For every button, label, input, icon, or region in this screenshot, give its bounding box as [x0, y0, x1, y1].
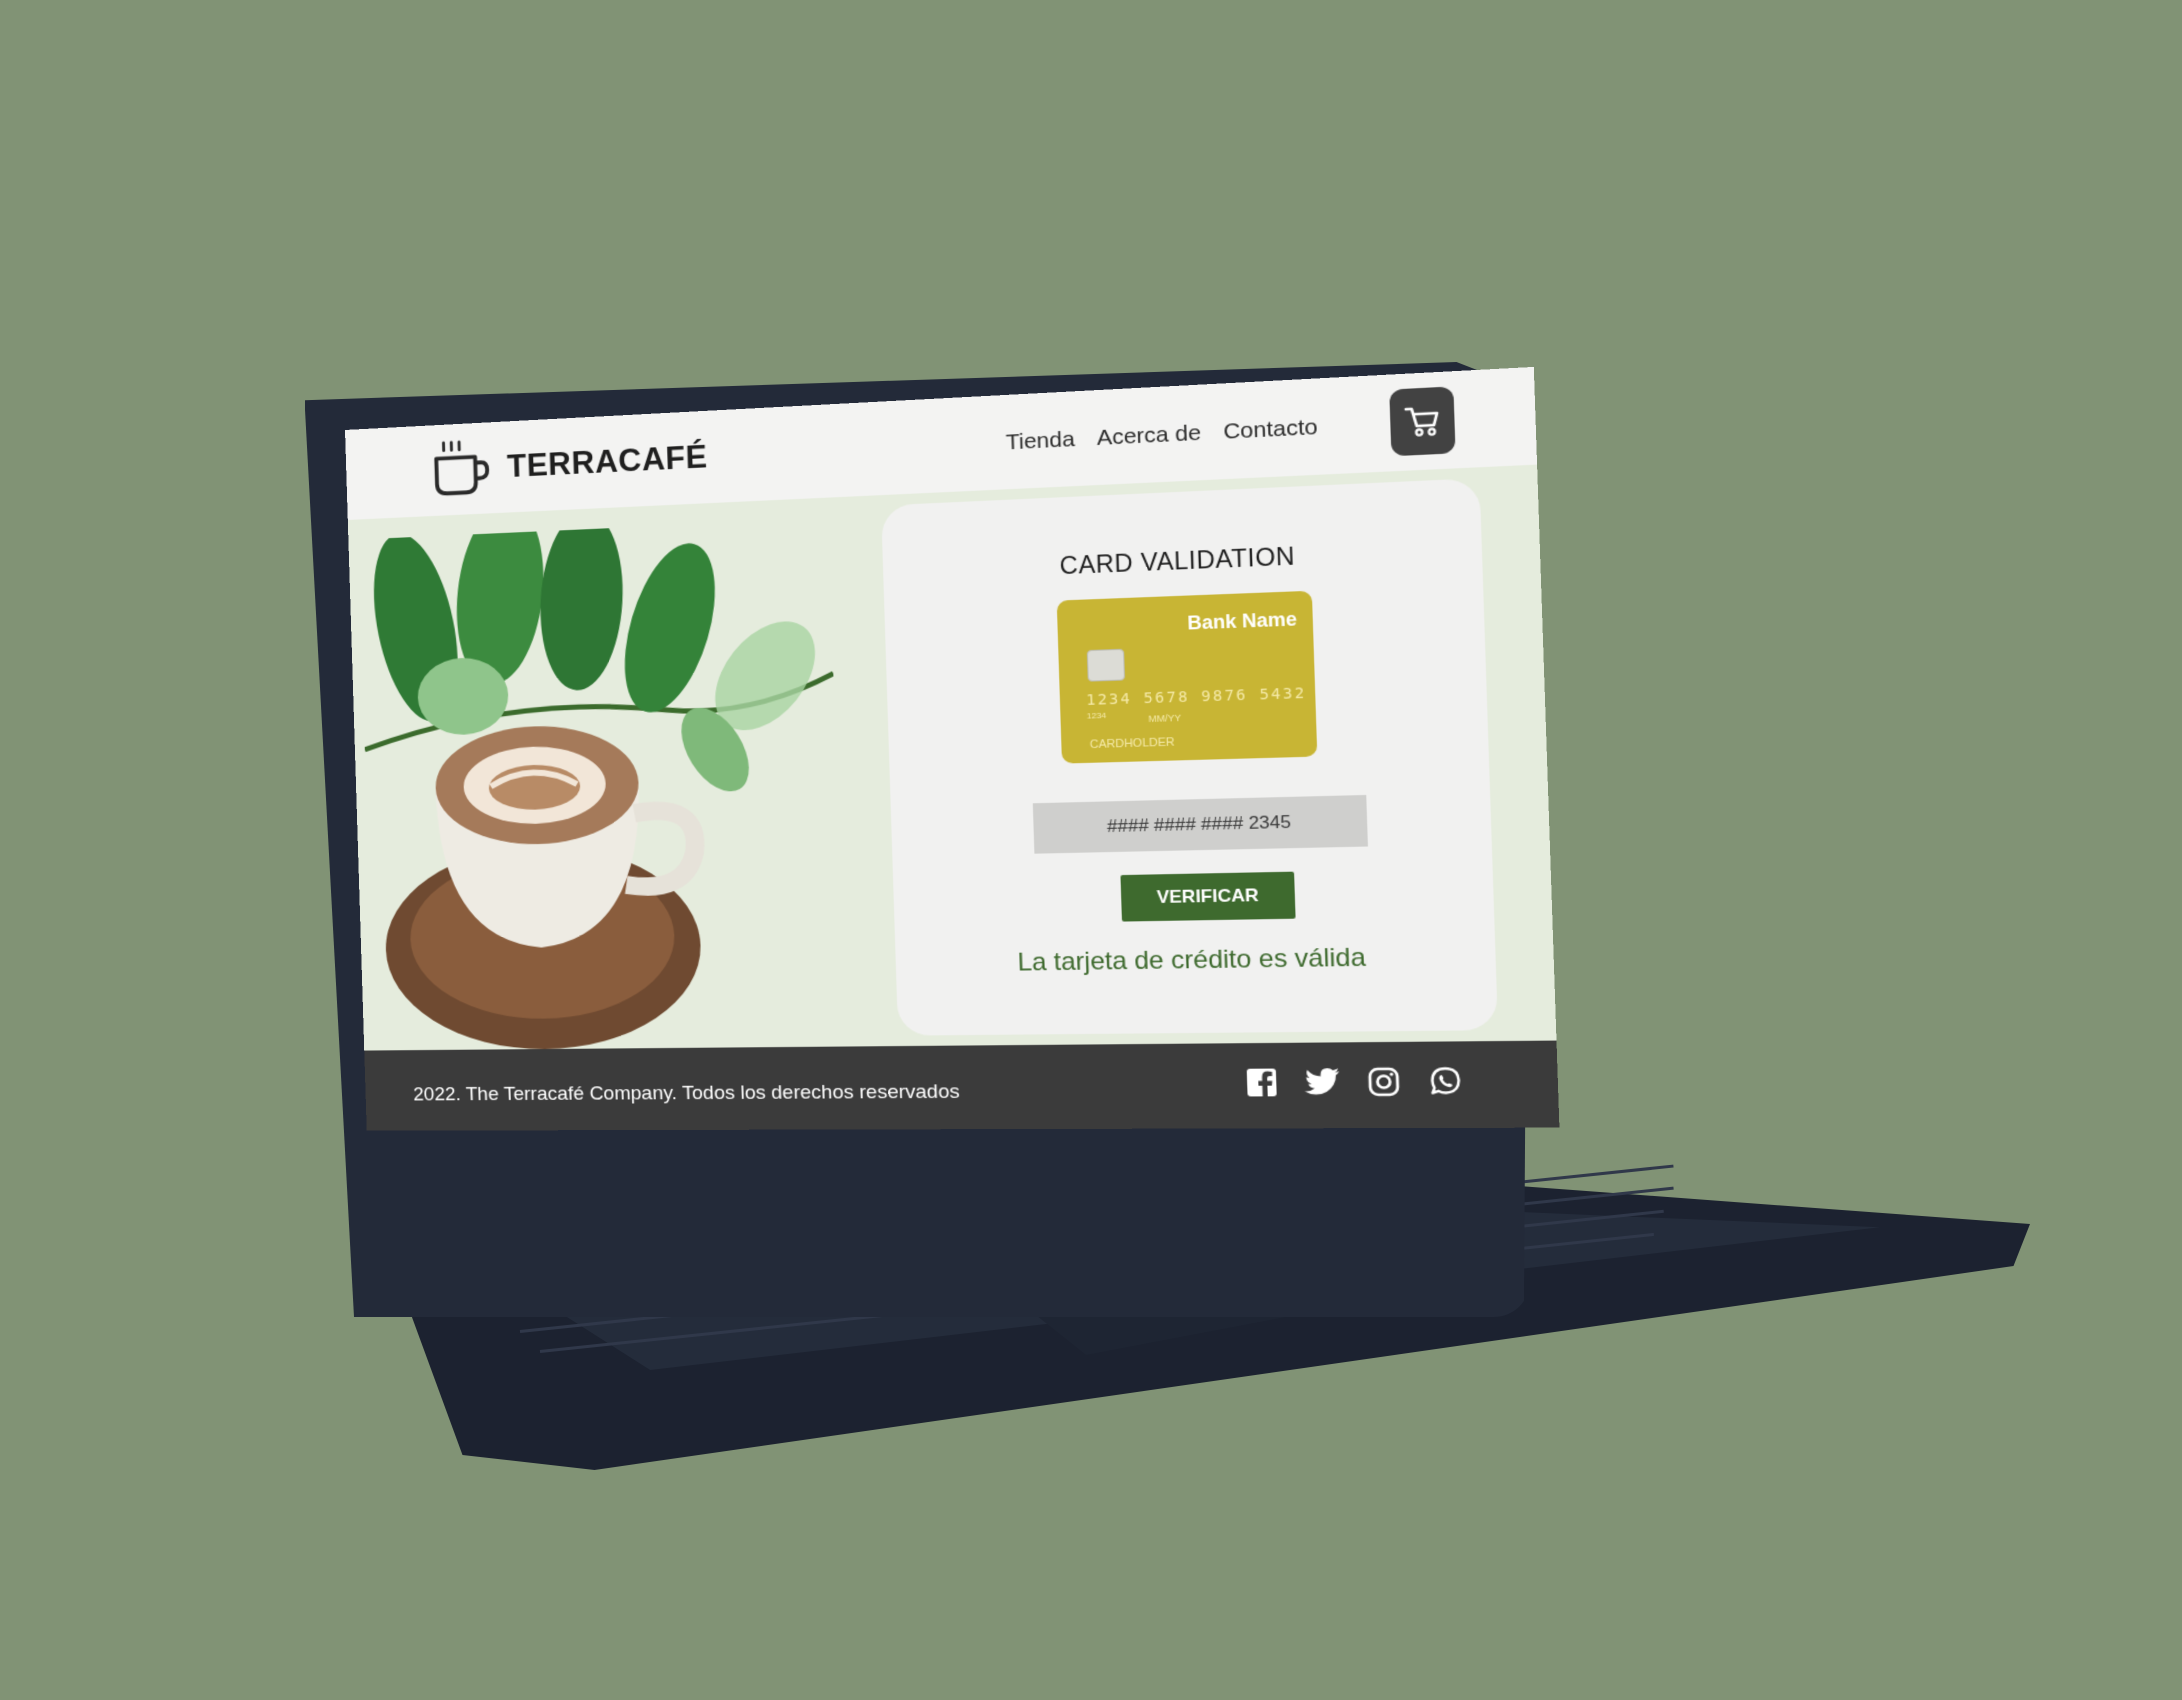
copyright-text: 2022. The Terracafé Company. Todos los d… — [412, 1081, 961, 1106]
card-validation-panel: CARD VALIDATION Bank Name 1234 5678 9876… — [881, 478, 1499, 1036]
card-chip-icon — [1086, 648, 1126, 682]
brand-name: TERRACAFÉ — [506, 438, 709, 485]
social-links — [1242, 1063, 1466, 1101]
card-small-number: 1234 — [1086, 710, 1107, 721]
nav-link-acerca-de[interactable]: Acerca de — [1096, 421, 1201, 452]
instagram-icon — [1366, 1066, 1401, 1098]
validation-result: La tarjeta de crédito es válida — [1017, 943, 1367, 977]
card-number-input[interactable] — [1032, 794, 1368, 854]
card-expiry: MM/YY — [1148, 712, 1182, 725]
facebook-link[interactable] — [1242, 1064, 1281, 1100]
main-nav: Tienda Acerca de Contacto — [1005, 415, 1318, 456]
card-holder: CARDHOLDER — [1089, 736, 1175, 752]
cart-button[interactable] — [1389, 386, 1456, 457]
panel-title: CARD VALIDATION — [1059, 542, 1296, 580]
twitter-icon — [1303, 1068, 1340, 1095]
whatsapp-icon — [1428, 1065, 1464, 1098]
mockup-scene: TERRACAFÉ Tienda Acerca de Contacto CARD… — [0, 0, 2182, 1700]
instagram-link[interactable] — [1364, 1063, 1404, 1100]
laptop-screen: TERRACAFÉ Tienda Acerca de Contacto CARD… — [345, 366, 1560, 1131]
brand-logo[interactable]: TERRACAFÉ — [430, 425, 709, 502]
coffee-leaves-illustration — [358, 518, 845, 1051]
facebook-icon — [1246, 1068, 1277, 1099]
nav-link-contacto[interactable]: Contacto — [1223, 415, 1318, 445]
verify-button[interactable]: VERIFICAR — [1120, 871, 1296, 922]
cart-icon — [1403, 404, 1441, 438]
whatsapp-link[interactable] — [1425, 1063, 1465, 1100]
card-bank-name: Bank Name — [1186, 608, 1298, 634]
credit-card-preview: Bank Name 1234 5678 9876 5432 1234 MM/YY… — [1056, 590, 1318, 764]
coffee-cup-icon — [430, 436, 494, 502]
hero-section: CARD VALIDATION Bank Name 1234 5678 9876… — [347, 464, 1557, 1051]
nav-link-tienda[interactable]: Tienda — [1005, 427, 1075, 456]
card-number: 1234 5678 9876 5432 — [1085, 685, 1307, 710]
footer: 2022. The Terracafé Company. Todos los d… — [364, 1040, 1560, 1131]
twitter-link[interactable] — [1303, 1064, 1343, 1101]
